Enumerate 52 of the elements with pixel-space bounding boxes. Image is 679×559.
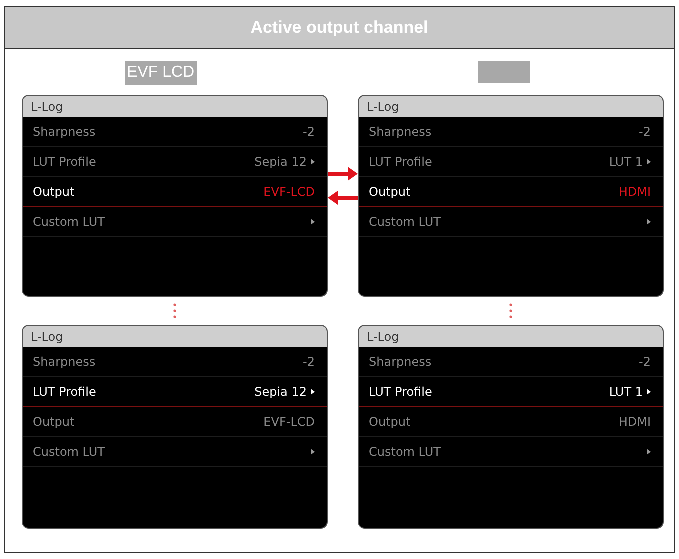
menu-label: Output — [369, 184, 411, 198]
menu-label: Custom LUT — [369, 444, 441, 458]
menu-row[interactable]: LUT Profile Sepia 12 — [23, 147, 327, 177]
menu-row[interactable]: Output HDMI — [359, 407, 663, 437]
menu-title: L-Log — [367, 100, 400, 114]
menu-value: HDMI — [618, 414, 651, 428]
menu-row[interactable]: Sharpness -2 — [359, 347, 663, 377]
menu-label: Custom LUT — [33, 444, 105, 458]
channel-label: EVF LCD — [125, 61, 197, 85]
menu-row[interactable]: Output EVF-LCD — [23, 407, 327, 437]
menu-value: HDMI — [618, 184, 651, 198]
menu-value: LUT 1 — [609, 154, 643, 168]
menu-value: EVF-LCD — [264, 414, 315, 428]
menu-row[interactable]: Custom LUT — [359, 437, 663, 467]
menu-row[interactable]: LUT Profile LUT 1 — [359, 147, 663, 177]
menu-row[interactable]: LUT Profile LUT 1 — [359, 377, 663, 407]
menu-label: LUT Profile — [369, 154, 432, 168]
menu-label: Sharpness — [33, 124, 96, 138]
menu-row[interactable]: Custom LUT — [359, 207, 663, 237]
menu-label: Output — [33, 414, 75, 428]
menu-value: -2 — [303, 124, 315, 138]
menu-row[interactable]: Output EVF-LCD — [23, 177, 327, 207]
menu-label: LUT Profile — [33, 154, 96, 168]
menu-title: L-Log — [31, 330, 64, 344]
menu-label: Sharpness — [369, 124, 432, 138]
menu-value: Sepia 12 — [254, 384, 307, 398]
ellipsis-icon — [509, 303, 513, 319]
menu-title: L-Log — [367, 330, 400, 344]
menu-label: Custom LUT — [33, 214, 105, 228]
menu-value: -2 — [303, 354, 315, 368]
menu-value: -2 — [639, 124, 651, 138]
menu-label: Custom LUT — [369, 214, 441, 228]
menu-row[interactable]: Custom LUT — [23, 207, 327, 237]
menu-value: EVF-LCD — [264, 184, 315, 198]
blank-label — [478, 61, 530, 83]
menu-row[interactable]: Sharpness -2 — [23, 117, 327, 147]
menu-value: LUT 1 — [609, 384, 643, 398]
menu-label: Sharpness — [33, 354, 96, 368]
menu-label: LUT Profile — [369, 384, 432, 398]
menu-label: Sharpness — [369, 354, 432, 368]
menu-value: -2 — [639, 354, 651, 368]
menu-label: LUT Profile — [33, 384, 96, 398]
menu-row[interactable]: Custom LUT — [23, 437, 327, 467]
menu-row[interactable]: Sharpness -2 — [23, 347, 327, 377]
menu-row[interactable]: Output HDMI — [359, 177, 663, 207]
menu-row[interactable]: Sharpness -2 — [359, 117, 663, 147]
menu-value: Sepia 12 — [254, 154, 307, 168]
menu-row[interactable]: LUT Profile Sepia 12 — [23, 377, 327, 407]
ellipsis-icon — [173, 303, 177, 319]
menu-label: Output — [33, 184, 75, 198]
menu-title: L-Log — [31, 100, 64, 114]
menu-label: Output — [369, 414, 411, 428]
